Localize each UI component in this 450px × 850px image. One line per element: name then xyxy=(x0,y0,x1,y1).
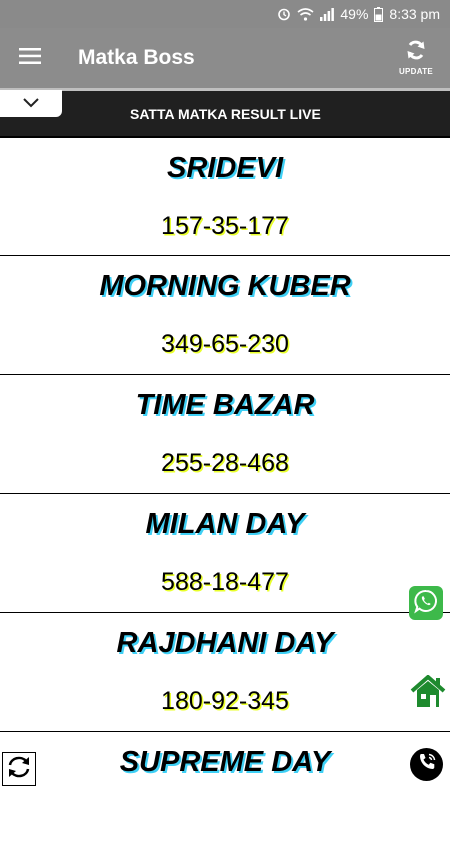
whatsapp-icon xyxy=(413,588,439,619)
live-ticker-bar: SATTA MATKA RESULT LIVE xyxy=(0,88,450,136)
alarm-icon xyxy=(277,7,291,21)
market-name: TIME BAZAR xyxy=(135,389,315,421)
battery-percent: 49% xyxy=(340,6,369,22)
market-name: MORNING KUBER xyxy=(99,270,351,302)
market-result: 180-92-345 xyxy=(161,687,289,715)
swap-arrows-icon xyxy=(6,754,32,785)
app-bar: Matka Boss UPDATE xyxy=(0,28,450,88)
market-result: 349-65-230 xyxy=(161,330,289,358)
market-result-list: SRIDEVI 157-35-177 MORNING KUBER 349-65-… xyxy=(0,136,450,850)
whatsapp-button[interactable] xyxy=(409,586,443,620)
market-name: RAJDHANI DAY xyxy=(116,627,334,659)
refresh-icon xyxy=(406,40,426,65)
market-card[interactable]: SRIDEVI 157-35-177 xyxy=(0,136,450,255)
market-card[interactable]: MORNING KUBER 349-65-230 xyxy=(0,255,450,374)
market-card[interactable]: MILAN DAY 588-18-477 xyxy=(0,493,450,612)
market-result: 157-35-177 xyxy=(161,212,289,240)
menu-button[interactable] xyxy=(0,28,60,88)
hamburger-menu-icon xyxy=(19,47,41,69)
wifi-icon xyxy=(297,7,314,21)
refresh-button[interactable] xyxy=(2,752,36,786)
market-card[interactable]: TIME BAZAR 255-28-468 xyxy=(0,374,450,493)
market-result: 588-18-477 xyxy=(161,568,289,596)
collapse-toggle-button[interactable] xyxy=(0,90,62,117)
market-name: SRIDEVI xyxy=(166,152,284,184)
market-result: 255-28-468 xyxy=(161,449,289,477)
market-name: MILAN DAY xyxy=(145,508,305,540)
home-icon xyxy=(410,673,446,714)
market-card[interactable]: RAJDHANI DAY 180-92-345 xyxy=(0,612,450,731)
chevron-down-icon xyxy=(23,95,39,113)
update-button[interactable]: UPDATE xyxy=(388,28,444,88)
home-button[interactable] xyxy=(410,673,446,714)
battery-icon xyxy=(374,6,384,22)
status-bar: 49% 8:33 pm xyxy=(0,0,450,28)
market-card[interactable]: SUPREME DAY xyxy=(0,731,450,850)
phone-call-icon xyxy=(416,751,438,778)
signal-icon xyxy=(320,7,335,21)
ticker-text: SATTA MATKA RESULT LIVE xyxy=(130,106,321,122)
clock-time: 8:33 pm xyxy=(389,6,440,22)
call-button[interactable] xyxy=(410,748,443,781)
market-name: SUPREME DAY xyxy=(119,746,331,778)
app-title: Matka Boss xyxy=(78,46,195,69)
update-label: UPDATE xyxy=(398,67,434,76)
